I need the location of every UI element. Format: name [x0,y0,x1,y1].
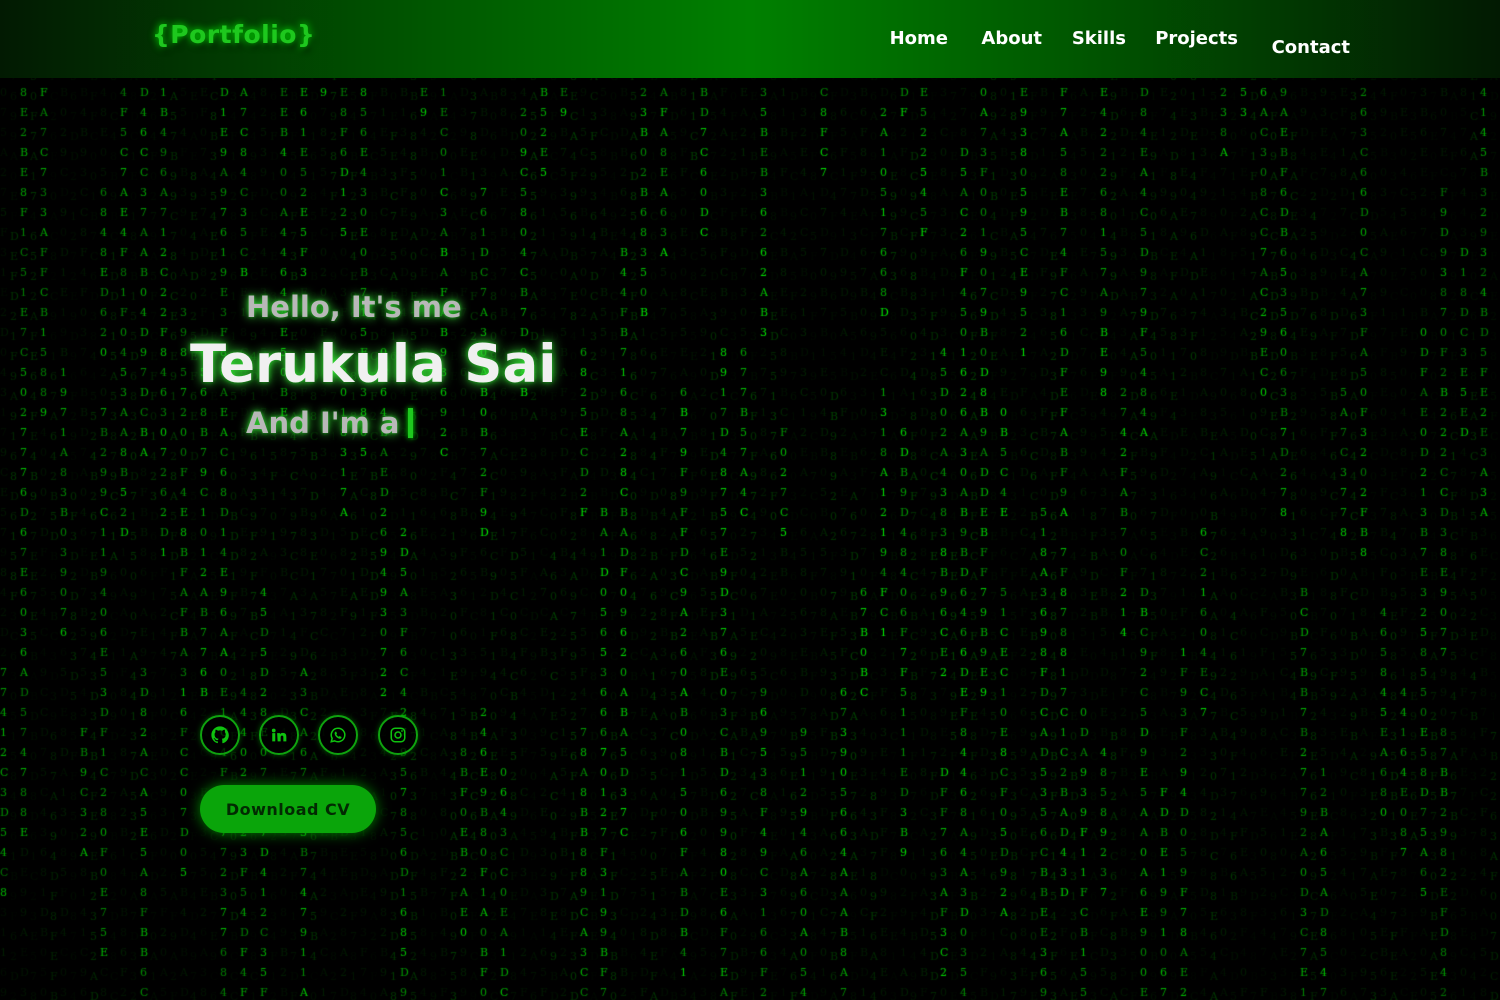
linkedin-icon [271,728,287,742]
github-link[interactable] [200,715,240,755]
linkedin-link[interactable] [259,715,299,755]
download-cv-button[interactable]: Download CV [200,785,376,833]
hero-role: And I'm a [246,406,413,440]
hero-role-prefix: And I'm a [246,406,400,440]
whatsapp-link[interactable] [318,715,358,755]
hero-greeting: Hello, It's me [246,290,462,324]
instagram-icon [390,727,406,743]
typing-cursor [407,408,413,438]
hero-name: Terukula Sai [190,334,557,395]
github-icon [211,726,229,744]
hero-section: Hello, It's me Terukula Sai And I'm a Do… [0,0,1500,1000]
instagram-link[interactable] [378,715,418,755]
whatsapp-icon [330,727,346,743]
